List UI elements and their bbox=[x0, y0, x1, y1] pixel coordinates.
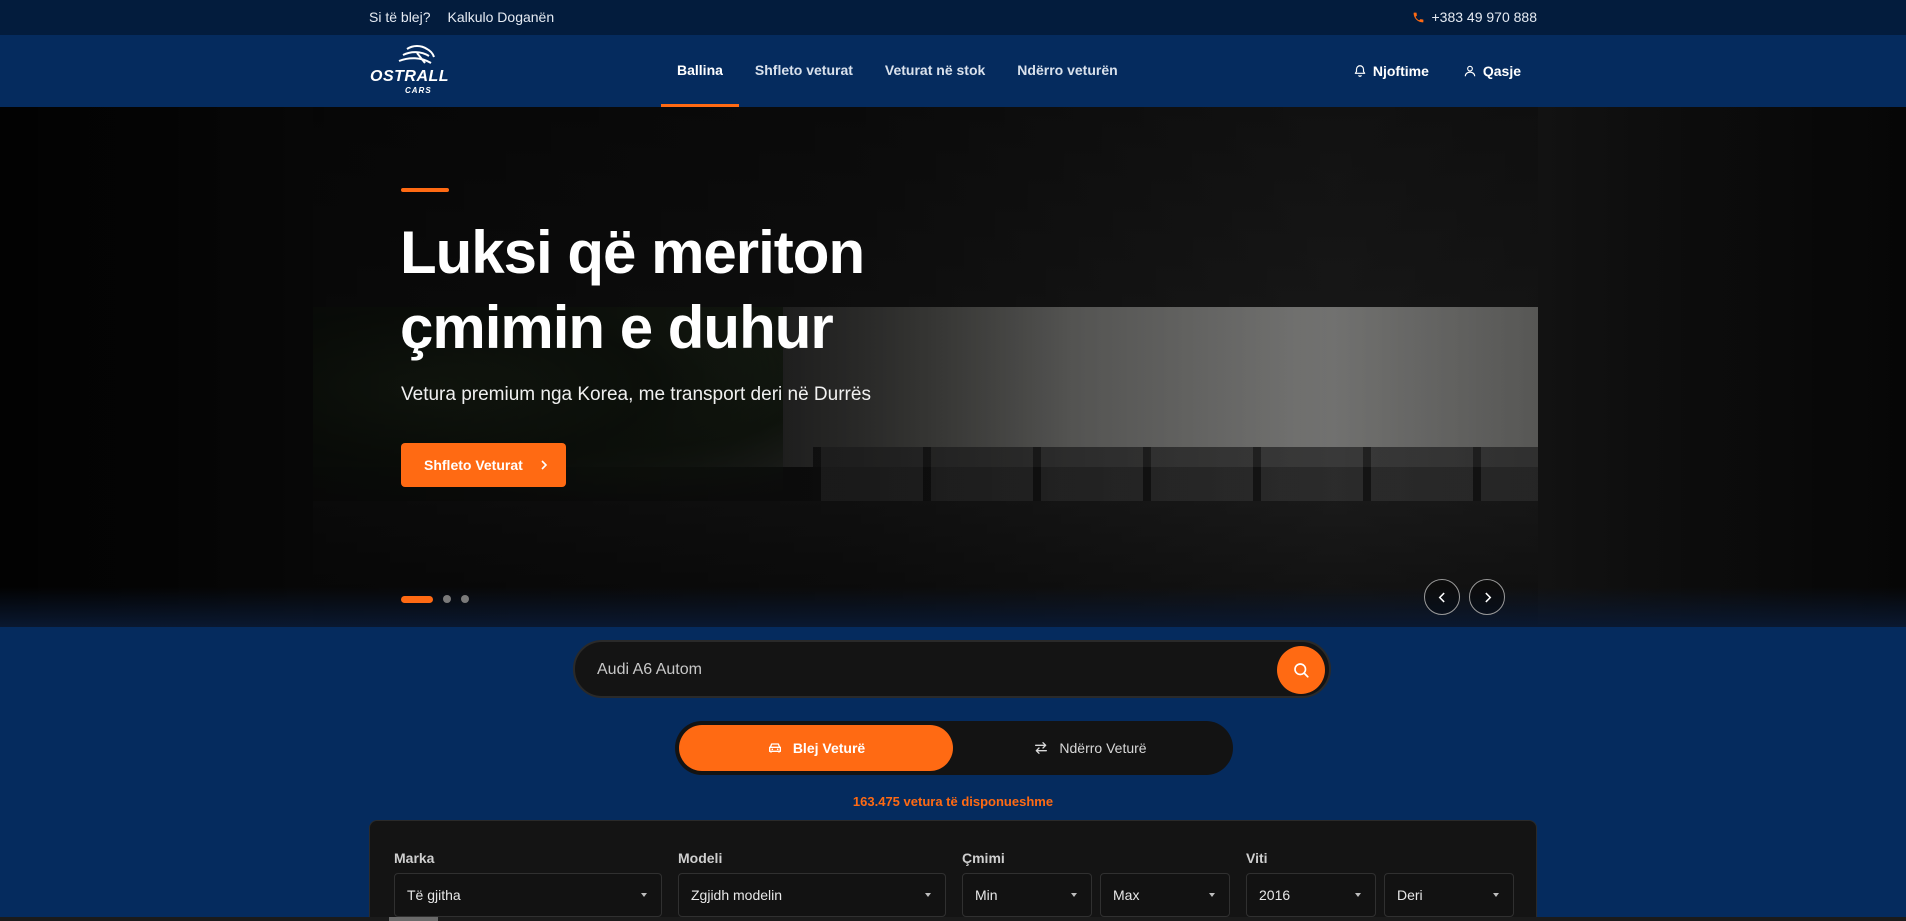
slider-dot-2[interactable] bbox=[443, 595, 451, 603]
chevron-right-icon bbox=[541, 460, 547, 470]
slider-dot-3[interactable] bbox=[461, 595, 469, 603]
phone-contact[interactable]: +383 49 970 888 bbox=[1412, 9, 1538, 25]
notifications-label: Njoftime bbox=[1372, 63, 1429, 79]
swap-car-tab[interactable]: Ndërro Veturë bbox=[953, 725, 1227, 771]
logo-brand: OSTRALL bbox=[370, 68, 450, 85]
available-cars-count: 163.475 vetura të disponueshme bbox=[852, 794, 1054, 809]
customs-calculator-link[interactable]: Kalkulo Doganën bbox=[447, 9, 554, 25]
nav-item-home[interactable]: Ballina bbox=[661, 35, 739, 107]
site-logo[interactable]: OSTRALL CARS bbox=[369, 45, 449, 97]
how-to-buy-link[interactable]: Si të blej? bbox=[369, 9, 430, 25]
nav-menu: Ballina Shfleto veturat Veturat në stok … bbox=[661, 35, 1134, 107]
buy-swap-toggle: Blej Veturë Ndërro Veturë bbox=[675, 721, 1233, 775]
chevron-left-icon bbox=[1438, 592, 1445, 602]
top-bar: Si të blej? Kalkulo Doganën +383 49 970 … bbox=[0, 0, 1906, 35]
model-select[interactable]: Zgjidh modelin bbox=[678, 873, 946, 917]
logo-car-mark bbox=[398, 45, 435, 64]
main-navigation: OSTRALL CARS Ballina Shfleto veturat Vet… bbox=[0, 35, 1906, 107]
phone-icon bbox=[1413, 12, 1423, 22]
browse-cars-button[interactable]: Shfleto Veturat bbox=[401, 443, 566, 487]
hero-accent-line bbox=[401, 188, 449, 192]
scrollbar-thumb[interactable] bbox=[389, 917, 438, 921]
chevron-right-icon bbox=[1484, 592, 1491, 602]
phone-number: +383 49 970 888 bbox=[1431, 9, 1538, 25]
buy-car-tab[interactable]: Blej Veturë bbox=[679, 725, 953, 771]
swap-arrows-icon bbox=[1035, 742, 1048, 754]
search-input[interactable] bbox=[597, 655, 1237, 685]
year-to-select[interactable]: Deri bbox=[1384, 873, 1514, 917]
browse-cars-label: Shfleto Veturat bbox=[424, 457, 523, 473]
hero-title-line-1: Luksi që meriton bbox=[400, 219, 865, 286]
horizontal-scrollbar[interactable] bbox=[0, 917, 1906, 921]
search-icon bbox=[1294, 663, 1309, 678]
nav-actions: Njoftime Qasje bbox=[1353, 35, 1521, 107]
hero-title-line-2: çmimin e duhur bbox=[400, 294, 834, 361]
hero-subtitle: Vetura premium nga Korea, me transport d… bbox=[401, 384, 871, 405]
brand-select[interactable]: Të gjitha bbox=[394, 873, 662, 917]
buy-car-label: Blej Veturë bbox=[792, 740, 866, 756]
top-links: Si të blej? Kalkulo Doganën bbox=[369, 9, 554, 25]
search-button[interactable] bbox=[1277, 646, 1325, 694]
bell-icon bbox=[1354, 65, 1366, 77]
nav-item-in-stock[interactable]: Veturat në stok bbox=[869, 35, 1001, 107]
hero-title: Luksi që meriton çmimin e duhur bbox=[400, 215, 1000, 365]
slider-prev-button[interactable] bbox=[1424, 579, 1460, 615]
login-button[interactable]: Qasje bbox=[1463, 63, 1521, 79]
hero-overlay bbox=[0, 107, 1906, 627]
model-filter-label: Modeli bbox=[678, 850, 723, 866]
slider-next-button[interactable] bbox=[1469, 579, 1505, 615]
logo-sub: CARS bbox=[405, 86, 432, 95]
nav-item-trade-in[interactable]: Ndërro veturën bbox=[1001, 35, 1133, 107]
year-filter-label: Viti bbox=[1246, 850, 1268, 866]
search-bar bbox=[573, 640, 1331, 698]
nav-item-browse[interactable]: Shfleto veturat bbox=[739, 35, 869, 107]
filter-panel: Marka Të gjitha Modeli Zgjidh modelin Çm… bbox=[369, 820, 1537, 921]
hero-slider: Luksi që meriton çmimin e duhur Vetura p… bbox=[0, 107, 1906, 627]
swap-car-label: Ndërro Veturë bbox=[1059, 740, 1147, 756]
slider-dot-1[interactable] bbox=[401, 595, 433, 603]
brand-filter-label: Marka bbox=[394, 850, 435, 866]
login-label: Qasje bbox=[1482, 63, 1521, 79]
price-filter-label: Çmimi bbox=[962, 850, 1005, 866]
price-min-select[interactable]: Min bbox=[962, 873, 1092, 917]
user-icon bbox=[1464, 65, 1476, 77]
car-icon bbox=[768, 743, 781, 753]
year-from-select[interactable]: 2016 bbox=[1246, 873, 1376, 917]
notifications-button[interactable]: Njoftime bbox=[1353, 63, 1429, 79]
hero-bottom-fade bbox=[0, 587, 1906, 627]
slider-dots bbox=[401, 595, 469, 603]
price-max-select[interactable]: Max bbox=[1100, 873, 1230, 917]
